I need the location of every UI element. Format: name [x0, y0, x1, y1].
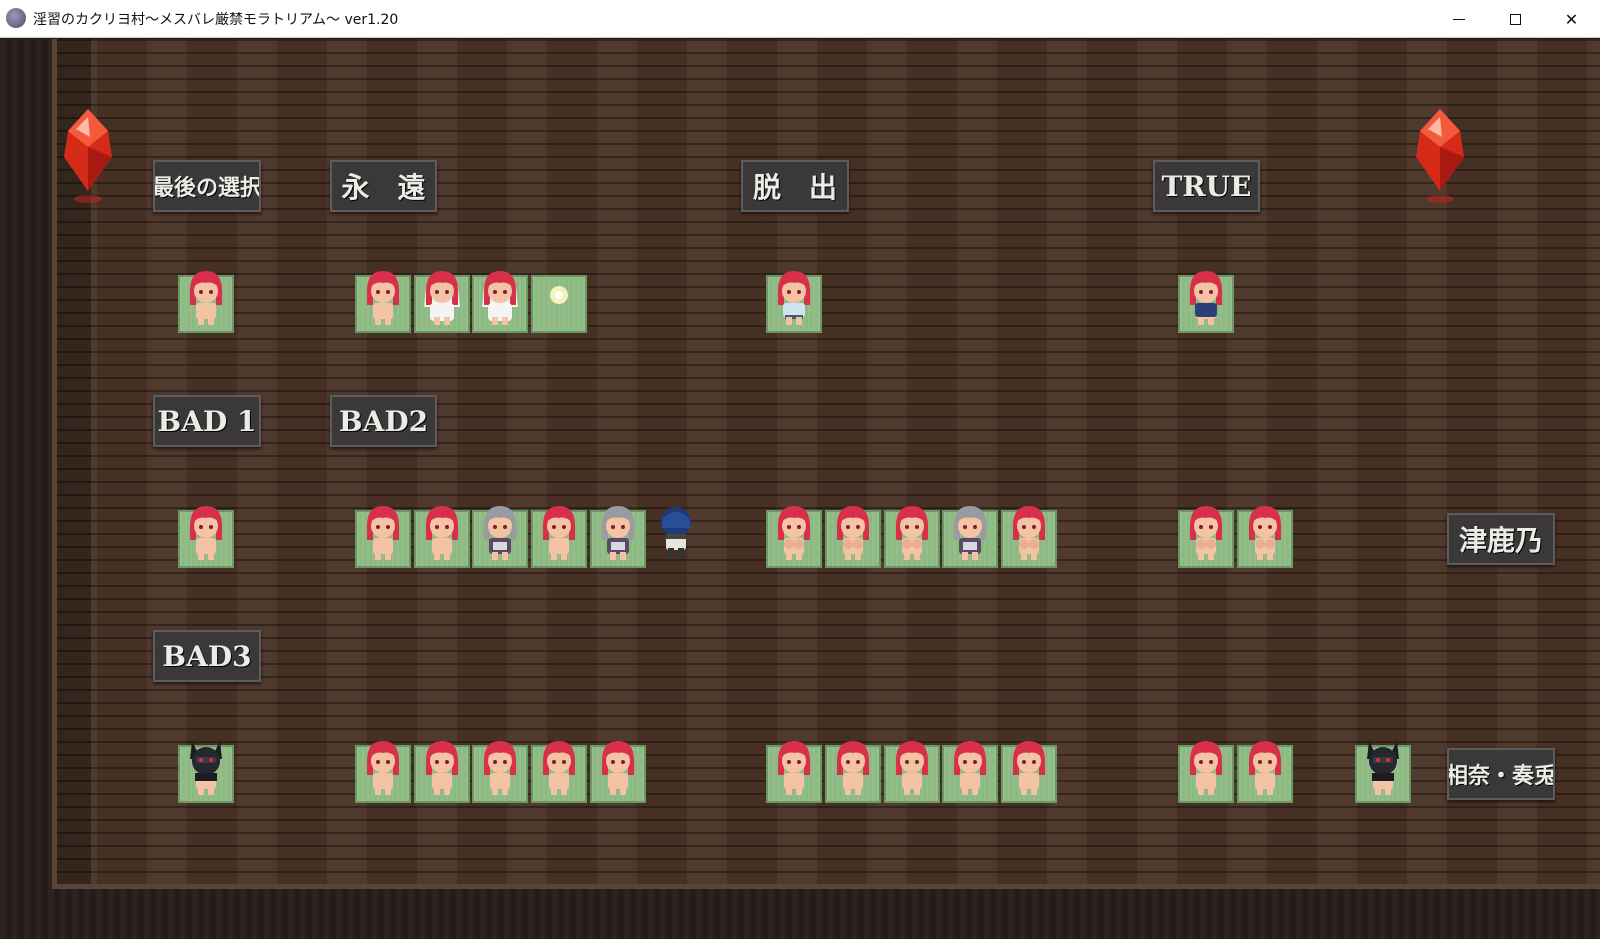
maximize-button[interactable]: [1487, 0, 1544, 38]
window-titlebar: 淫習のカクリヨ村～メスバレ厳禁モラトリアム～ ver1.20 ✕: [0, 0, 1600, 38]
red-haired-girl-sprite[interactable]: [1241, 737, 1289, 797]
red-haired-girl-sprite[interactable]: [946, 737, 994, 797]
red-crystal-icon[interactable]: [1414, 107, 1466, 207]
dressed-girl-sprite[interactable]: [770, 267, 818, 327]
red-haired-girl-sprite[interactable]: [1182, 502, 1230, 562]
glowing-orb-icon[interactable]: [535, 267, 583, 327]
red-haired-girl-sprite[interactable]: [418, 737, 466, 797]
red-haired-girl-sprite[interactable]: [1241, 502, 1289, 562]
sign-bad2[interactable]: BAD2: [330, 395, 437, 447]
sign-bad1[interactable]: BAD 1: [153, 395, 261, 447]
sign-tsurukano[interactable]: 津鹿乃: [1447, 513, 1555, 565]
sign-escape[interactable]: 脱 出: [741, 160, 849, 212]
red-haired-girl-sprite[interactable]: [359, 502, 407, 562]
red-haired-girl-sprite[interactable]: [1182, 737, 1230, 797]
sign-last-choice[interactable]: 最後の選択: [153, 160, 261, 212]
red-haired-girl-sprite[interactable]: [182, 502, 230, 562]
maximize-icon: [1510, 13, 1521, 25]
red-haired-girl-sprite[interactable]: [594, 737, 642, 797]
bride-girl-sprite[interactable]: [476, 267, 524, 327]
red-haired-girl-sprite[interactable]: [888, 737, 936, 797]
red-haired-girl-sprite[interactable]: [359, 267, 407, 327]
game-viewport[interactable]: 最後の選択 永 遠 脱 出 TRUE BAD 1 BAD2 BAD3 津鹿乃 相…: [0, 39, 1600, 939]
sign-true[interactable]: TRUE: [1153, 160, 1260, 212]
red-haired-girl-sprite[interactable]: [535, 737, 583, 797]
red-haired-girl-sprite[interactable]: [888, 502, 936, 562]
gray-haired-girl-sprite[interactable]: [476, 502, 524, 562]
red-haired-girl-sprite[interactable]: [1005, 502, 1053, 562]
red-haired-girl-sprite[interactable]: [770, 737, 818, 797]
red-haired-girl-sprite[interactable]: [829, 737, 877, 797]
window-title: 淫習のカクリヨ村～メスバレ厳禁モラトリアム～ ver1.20: [33, 12, 399, 28]
gray-haired-girl-sprite[interactable]: [594, 502, 642, 562]
player-character-icon[interactable]: [652, 502, 700, 562]
game-app-icon: [6, 8, 26, 28]
red-haired-girl-sprite[interactable]: [770, 502, 818, 562]
red-haired-girl-sprite[interactable]: [829, 502, 877, 562]
bride-girl-sprite[interactable]: [418, 267, 466, 327]
minimize-icon: [1452, 18, 1465, 20]
gray-haired-girl-sprite[interactable]: [946, 502, 994, 562]
red-haired-girl-sprite[interactable]: [418, 502, 466, 562]
red-haired-girl-sprite[interactable]: [182, 267, 230, 327]
bottom-wall: [0, 889, 1600, 939]
close-icon: ✕: [1564, 9, 1579, 29]
sign-bad3[interactable]: BAD3: [153, 630, 261, 682]
red-haired-girl-sprite[interactable]: [359, 737, 407, 797]
red-haired-girl-sprite[interactable]: [1005, 737, 1053, 797]
minimize-button[interactable]: [1430, 0, 1487, 38]
sign-aina-kanato[interactable]: 相奈・奏兎: [1447, 748, 1555, 800]
masked-figure-sprite[interactable]: [1359, 737, 1407, 797]
blue-outfit-girl-sprite[interactable]: [1182, 267, 1230, 327]
red-haired-girl-sprite[interactable]: [535, 502, 583, 562]
masked-figure-sprite[interactable]: [182, 737, 230, 797]
red-crystal-icon[interactable]: [62, 107, 114, 207]
sign-eternity[interactable]: 永 遠: [330, 160, 437, 212]
red-haired-girl-sprite[interactable]: [476, 737, 524, 797]
close-button[interactable]: ✕: [1543, 0, 1600, 38]
wall-edge: [52, 39, 57, 886]
left-wall: [0, 39, 52, 939]
